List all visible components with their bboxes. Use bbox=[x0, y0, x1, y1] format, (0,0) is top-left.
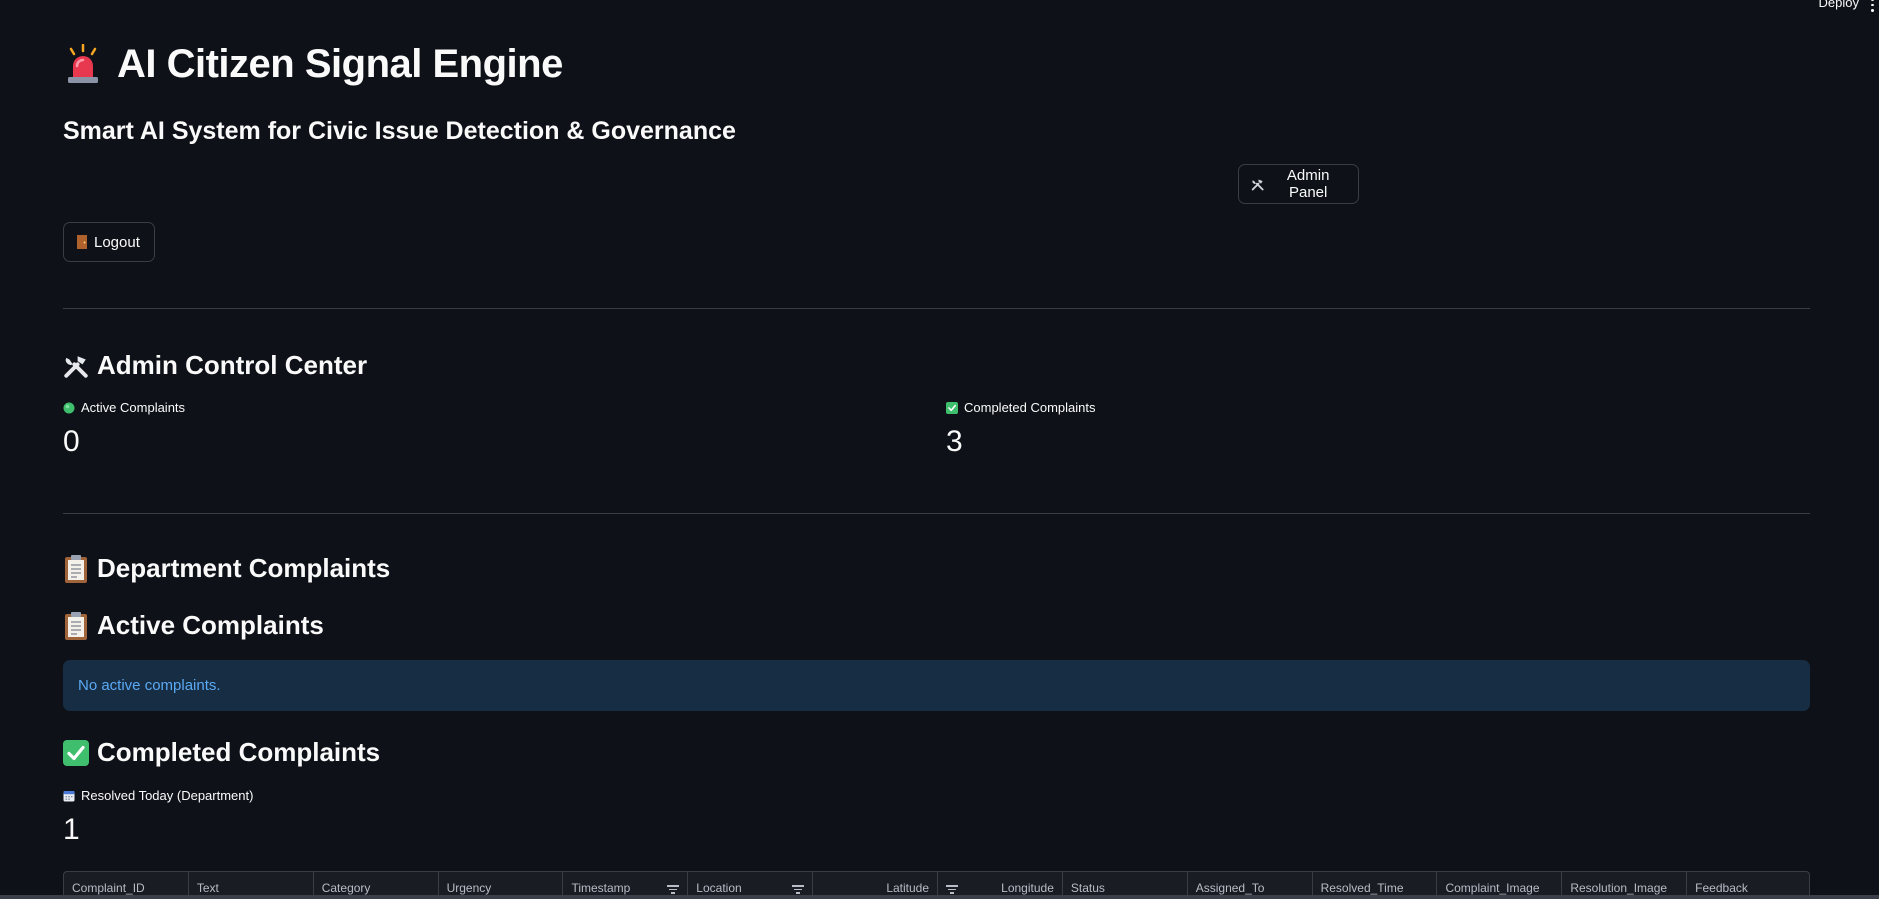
completed-complaints-label: Completed Complaints bbox=[964, 400, 1096, 415]
siren-icon bbox=[68, 43, 98, 83]
bottom-strip bbox=[0, 895, 1879, 899]
calendar-icon bbox=[63, 790, 75, 801]
resolved-today-label: Resolved Today (Department) bbox=[81, 788, 254, 803]
admin-control-title: Admin Control Center bbox=[97, 350, 368, 380]
admin-panel-button[interactable]: Admin Panel bbox=[1238, 164, 1359, 204]
active-complaints-info: No active complaints. bbox=[63, 660, 1810, 711]
divider bbox=[63, 513, 1810, 514]
divider bbox=[63, 308, 1810, 309]
metric-label: Active Complaints bbox=[63, 400, 185, 415]
app-page: Deploy AI Citizen Signal Engine Smart AI… bbox=[0, 0, 1879, 899]
resolved-today-metric: Resolved Today (Department) 1 bbox=[63, 788, 253, 847]
green-circle-icon bbox=[63, 402, 75, 413]
door-icon bbox=[77, 235, 87, 249]
completed-complaints-title: Completed Complaints bbox=[97, 737, 381, 767]
active-complaints-metric: Active Complaints 0 bbox=[63, 400, 185, 459]
metric-label: Resolved Today (Department) bbox=[63, 788, 253, 803]
metric-label: Completed Complaints bbox=[946, 400, 1096, 415]
tools-icon bbox=[1251, 178, 1264, 190]
active-complaints-value: 0 bbox=[63, 425, 80, 458]
check-box-icon bbox=[946, 401, 958, 414]
admin-panel-label: Admin Panel bbox=[1286, 167, 1330, 201]
clipboard-icon bbox=[65, 611, 87, 640]
sort-filter-icon[interactable] bbox=[946, 885, 959, 894]
active-complaints-title: Active Complaints bbox=[97, 610, 324, 640]
page-title-row: AI Citizen Signal Engine bbox=[63, 42, 563, 87]
deploy-button[interactable]: Deploy bbox=[1819, 0, 1859, 9]
clipboard-icon bbox=[65, 554, 87, 583]
check-box-icon bbox=[63, 739, 89, 766]
active-complaints-label: Active Complaints bbox=[81, 400, 186, 415]
tools-icon bbox=[64, 355, 88, 378]
kebab-menu-icon[interactable] bbox=[1871, 0, 1875, 13]
completed-complaints-heading: Completed Complaints bbox=[63, 737, 380, 768]
logout-label: Logout bbox=[94, 233, 140, 251]
active-complaints-heading: Active Complaints bbox=[63, 610, 324, 641]
page-subtitle: Smart AI System for Civic Issue Detectio… bbox=[63, 117, 736, 145]
logout-button[interactable]: Logout bbox=[63, 222, 155, 262]
top-toolbar: Deploy bbox=[1819, 0, 1879, 14]
admin-control-heading: Admin Control Center bbox=[63, 350, 367, 381]
resolved-today-value: 1 bbox=[63, 813, 80, 846]
sort-filter-icon[interactable] bbox=[667, 885, 680, 894]
department-complaints-heading: Department Complaints bbox=[63, 553, 390, 584]
sort-filter-icon[interactable] bbox=[792, 885, 805, 894]
department-complaints-title: Department Complaints bbox=[97, 553, 391, 583]
page-title: AI Citizen Signal Engine bbox=[117, 42, 563, 86]
completed-complaints-metric: Completed Complaints 3 bbox=[946, 400, 1096, 459]
completed-complaints-value: 3 bbox=[946, 425, 963, 458]
